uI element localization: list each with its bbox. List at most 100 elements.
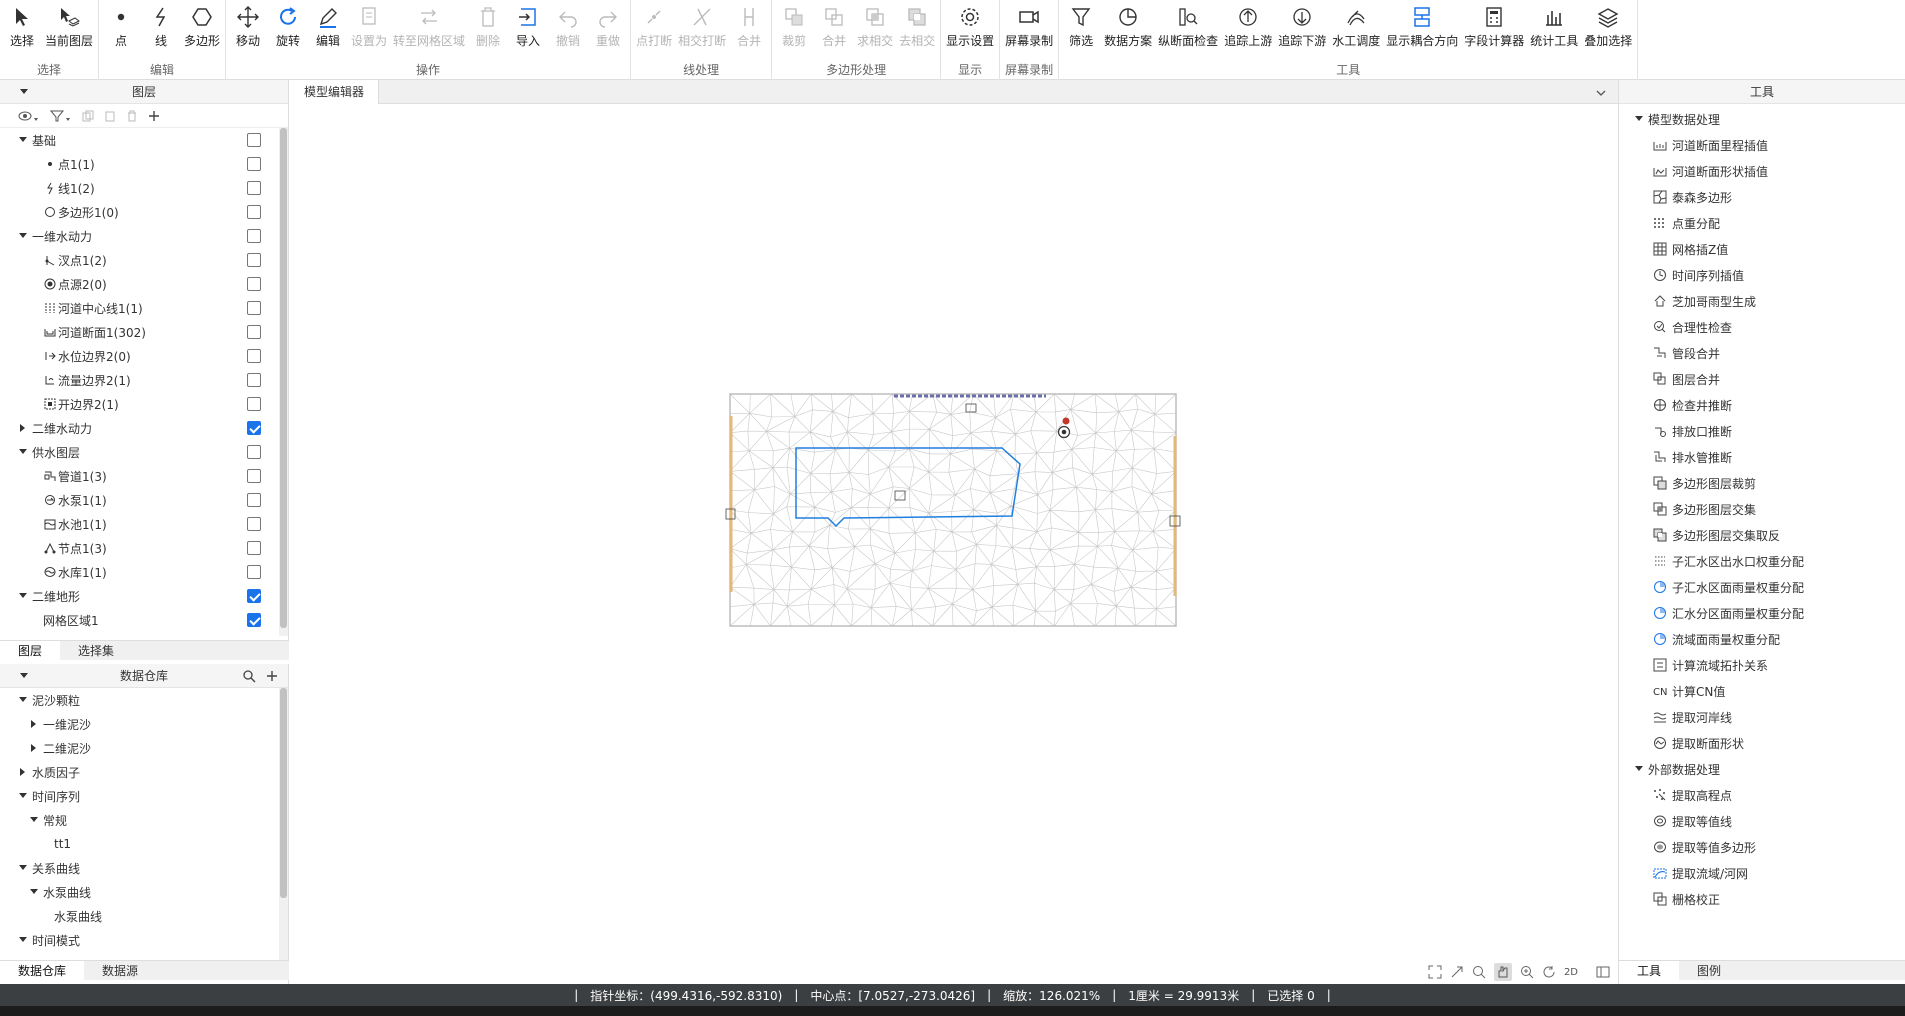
fit-extent-icon[interactable] [1428, 965, 1442, 979]
visibility-checkbox[interactable] [247, 517, 261, 531]
convert-button[interactable]: 转至网格区域 [390, 0, 468, 49]
tool-item[interactable]: 管段合并 [1619, 340, 1905, 366]
tool-item[interactable]: 合理性检查 [1619, 314, 1905, 340]
caret-down-icon[interactable] [18, 793, 28, 799]
tool-item[interactable]: 排水管推断 [1619, 444, 1905, 470]
redo-button[interactable]: 重做 [588, 0, 628, 49]
layer-item[interactable]: 二维水动力 [0, 416, 288, 440]
tool-item[interactable]: 栅格校正 [1619, 886, 1905, 912]
map-canvas[interactable] [290, 104, 1618, 960]
point-button[interactable]: 点 [101, 0, 141, 49]
view-2d-toggle[interactable]: 2D [1564, 967, 1578, 978]
panel-tab[interactable]: 数据仓库 [0, 961, 85, 980]
visibility-checkbox[interactable] [247, 205, 261, 219]
tool-item[interactable]: 流域面雨量权重分配 [1619, 626, 1905, 652]
polygon-button[interactable]: 多边形 [181, 0, 223, 49]
caret-down-icon[interactable] [18, 137, 28, 143]
layer-item[interactable]: 河道中心线1(1) [0, 296, 288, 320]
tool-item[interactable]: 时间序列插值 [1619, 262, 1905, 288]
merge-line-button[interactable]: 合并 [729, 0, 769, 49]
tool-item[interactable]: 网格插Z值 [1619, 236, 1905, 262]
visibility-checkbox[interactable] [247, 277, 261, 291]
visibility-checkbox[interactable] [247, 157, 261, 171]
rotate-button[interactable]: 旋转 [268, 0, 308, 49]
tool-item[interactable]: 提取河岸线 [1619, 704, 1905, 730]
move-button[interactable]: 移动 [228, 0, 268, 49]
chevron-down-icon[interactable] [1596, 90, 1606, 96]
tool-item[interactable]: 多边形图层裁剪 [1619, 470, 1905, 496]
visibility-checkbox[interactable] [247, 421, 261, 435]
caret-down-icon[interactable] [18, 937, 28, 943]
layer-item[interactable]: 水泵1(1) [0, 488, 288, 512]
filter-button[interactable]: 筛选 [1061, 0, 1101, 49]
cursor-layer-button[interactable]: 当前图层 [42, 0, 96, 49]
tool-item[interactable]: 芝加哥雨型生成 [1619, 288, 1905, 314]
tool-item[interactable]: 检查井推断 [1619, 392, 1905, 418]
zoom-in-icon[interactable] [1520, 965, 1534, 979]
layer-item[interactable]: 网格区域1 [0, 608, 288, 632]
data-item[interactable]: tt1 [0, 832, 288, 856]
visibility-checkbox[interactable] [247, 373, 261, 387]
tool-item[interactable]: 多边形图层交集取反 [1619, 522, 1905, 548]
caret-down-icon[interactable] [1635, 766, 1643, 772]
remove-intersect-button[interactable]: 去相交 [896, 0, 938, 49]
visibility-checkbox[interactable] [247, 133, 261, 147]
layer-item[interactable]: 节点1(3) [0, 536, 288, 560]
eye-icon[interactable] [18, 110, 40, 122]
visibility-checkbox[interactable] [247, 589, 261, 603]
caret-right-icon[interactable] [18, 424, 28, 432]
point-feature[interactable] [1062, 417, 1070, 425]
cursor-button[interactable]: 选择 [2, 0, 42, 49]
pan-hand-icon[interactable] [1493, 963, 1512, 981]
hydraulic-button[interactable]: 水工调度 [1329, 0, 1383, 49]
tool-item[interactable]: 计算流域拓扑关系 [1619, 652, 1905, 678]
pencil-button[interactable]: 编辑 [308, 0, 348, 49]
layer-item[interactable]: 流量边界2(1) [0, 368, 288, 392]
layer-item[interactable]: 点源2(0) [0, 272, 288, 296]
caret-right-icon[interactable] [29, 744, 39, 752]
import-button[interactable]: 导入 [508, 0, 548, 49]
data-item[interactable]: 时间模式 [0, 928, 288, 952]
paste-icon[interactable] [104, 110, 116, 122]
tool-item[interactable]: 提取断面形状 [1619, 730, 1905, 756]
panel-tab[interactable]: 数据源 [84, 961, 156, 980]
trash-button[interactable]: 删除 [468, 0, 508, 49]
tool-section[interactable]: 模型数据处理 [1619, 106, 1905, 132]
tool-item[interactable]: 多边形图层交集 [1619, 496, 1905, 522]
tool-item[interactable]: 泰森多边形 [1619, 184, 1905, 210]
caret-down-icon[interactable] [18, 449, 28, 455]
caret-right-icon[interactable] [29, 720, 39, 728]
data-item[interactable]: 水泵曲线 [0, 880, 288, 904]
data-item[interactable]: 二维泥沙 [0, 736, 288, 760]
intersect-button[interactable]: 求相交 [854, 0, 896, 49]
tool-item[interactable]: 提取流域/河网 [1619, 860, 1905, 886]
set-as-button[interactable]: 设置为 [348, 0, 390, 49]
refresh-icon[interactable] [1542, 965, 1556, 979]
tool-item[interactable]: 河道断面里程插值 [1619, 132, 1905, 158]
panel-tab[interactable]: 图层 [0, 641, 61, 660]
collapse-icon[interactable] [20, 673, 28, 679]
visibility-checkbox[interactable] [247, 445, 261, 459]
data-item[interactable]: 水质因子 [0, 760, 288, 784]
data-item[interactable]: 水泵曲线 [0, 904, 288, 928]
copy-icon[interactable] [82, 110, 94, 122]
filter-icon[interactable] [50, 110, 72, 122]
tool-item[interactable]: 子汇水区面雨量权重分配 [1619, 574, 1905, 600]
pie-button[interactable]: 数据方案 [1101, 0, 1155, 49]
tool-item[interactable]: CN 计算CN值 [1619, 678, 1905, 704]
tool-item[interactable]: 排放口推断 [1619, 418, 1905, 444]
tool-item[interactable]: 点重分配 [1619, 210, 1905, 236]
layer-item[interactable]: 一维水动力 [0, 224, 288, 248]
panel-tab[interactable]: 工具 [1619, 961, 1680, 980]
tool-item[interactable]: 提取高程点 [1619, 782, 1905, 808]
coupling-button[interactable]: 显示耦合方向 [1383, 0, 1461, 49]
caret-down-icon[interactable] [29, 889, 39, 895]
panel-tab[interactable]: 图例 [1679, 961, 1739, 980]
visibility-checkbox[interactable] [247, 349, 261, 363]
merge-button[interactable]: 合并 [814, 0, 854, 49]
visibility-checkbox[interactable] [247, 541, 261, 555]
visibility-checkbox[interactable] [247, 493, 261, 507]
tool-item[interactable]: 汇水分区面雨量权重分配 [1619, 600, 1905, 626]
data-item[interactable]: 泥沙颗粒 [0, 688, 288, 712]
layer-item[interactable]: 线1(2) [0, 176, 288, 200]
